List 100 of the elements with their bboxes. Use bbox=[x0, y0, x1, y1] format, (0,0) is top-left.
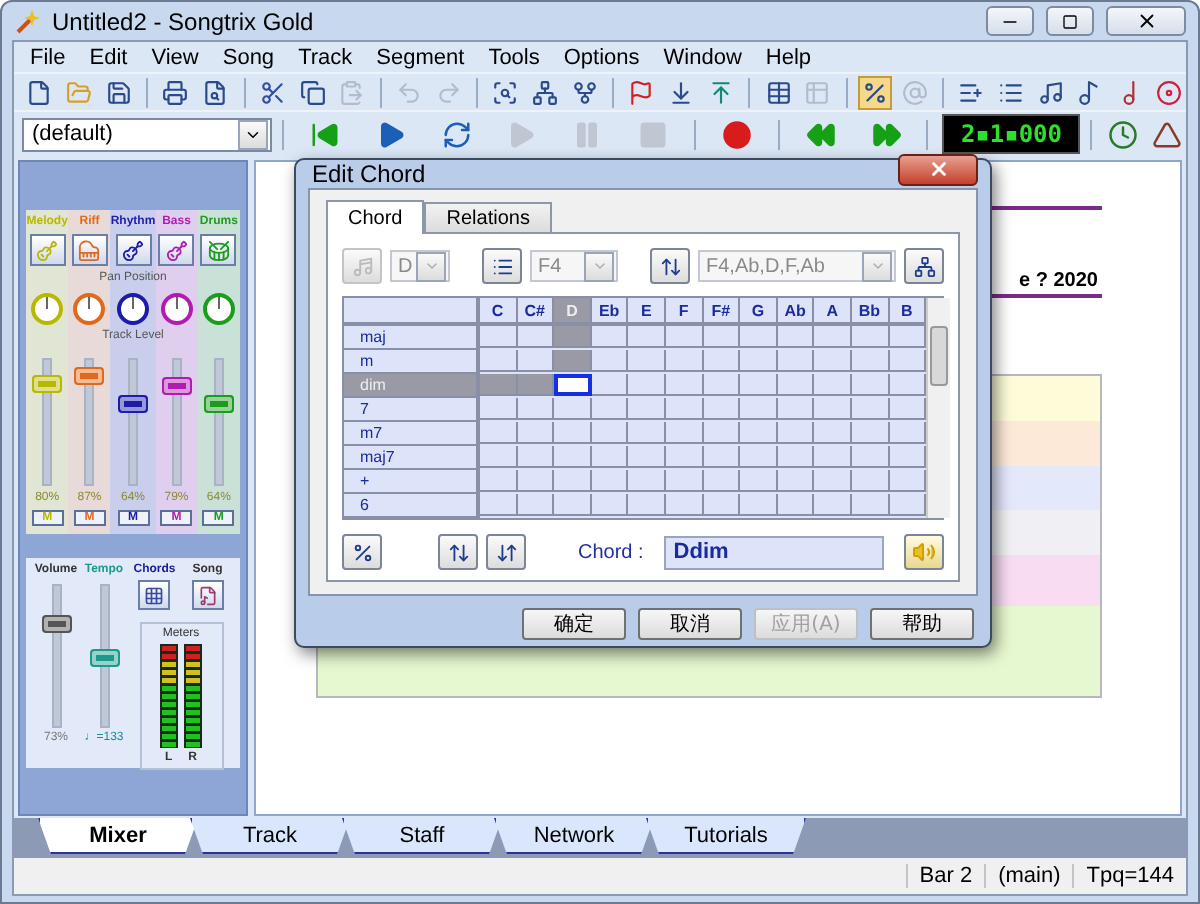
view-tab[interactable]: Network bbox=[494, 818, 654, 854]
chord-type-row-label[interactable]: + bbox=[344, 470, 480, 494]
note-column-header[interactable]: G bbox=[740, 298, 778, 326]
chord-grid-cell[interactable] bbox=[851, 422, 890, 444]
volume-slider-thumb[interactable] bbox=[41, 614, 71, 633]
chord-grid-cell[interactable] bbox=[591, 374, 629, 396]
move-down-button[interactable] bbox=[486, 534, 526, 570]
chord-grid-cell[interactable] bbox=[665, 374, 704, 396]
chord-grid-cell[interactable] bbox=[517, 326, 555, 348]
chord-grid-cell[interactable] bbox=[740, 374, 778, 396]
chord-grid-cell[interactable] bbox=[591, 494, 629, 516]
chord-grid-cell[interactable] bbox=[851, 374, 890, 396]
chord-grid-cell[interactable] bbox=[777, 470, 815, 492]
menu-item[interactable]: Options bbox=[551, 45, 652, 69]
chord-grid-cell[interactable] bbox=[665, 398, 704, 420]
chord-grid-cell[interactable] bbox=[777, 374, 815, 396]
chord-grid-cell[interactable] bbox=[517, 398, 555, 420]
chord-grid-cell[interactable] bbox=[777, 422, 815, 444]
maximize-button[interactable] bbox=[1046, 6, 1094, 36]
chord-grid-cell[interactable] bbox=[628, 398, 666, 420]
chord-grid-cell[interactable] bbox=[851, 470, 890, 492]
note-column-header[interactable]: Ab bbox=[777, 298, 815, 326]
chord-grid-cell[interactable] bbox=[480, 422, 518, 444]
minimize-button[interactable] bbox=[986, 6, 1034, 36]
chord-grid-cell[interactable] bbox=[703, 470, 741, 492]
tempo-slider-thumb[interactable] bbox=[89, 649, 119, 668]
keyboard-button[interactable] bbox=[342, 248, 382, 284]
chord-grid-cell[interactable] bbox=[554, 350, 592, 372]
chord-grid-cell[interactable] bbox=[517, 374, 555, 396]
close-button[interactable] bbox=[898, 153, 978, 185]
chord-grid-cell[interactable] bbox=[703, 350, 741, 372]
chord-grid-cell[interactable] bbox=[480, 470, 518, 492]
fraction-button[interactable] bbox=[342, 534, 382, 570]
note-column-header[interactable]: B bbox=[889, 298, 927, 326]
chord-grid-cell[interactable] bbox=[740, 470, 778, 492]
chord-grid-cell[interactable] bbox=[814, 446, 852, 468]
chord-grid-cell[interactable] bbox=[665, 326, 704, 348]
chord-grid-cell[interactable] bbox=[628, 374, 666, 396]
note-column-header[interactable]: C bbox=[480, 298, 518, 326]
chord-grid-cell[interactable] bbox=[777, 446, 815, 468]
chord-grid-cell[interactable] bbox=[889, 398, 927, 420]
chord-grid-cell[interactable] bbox=[591, 398, 629, 420]
chord-grid-cell[interactable] bbox=[628, 350, 666, 372]
chord-grid-cell[interactable] bbox=[554, 446, 592, 468]
song-button[interactable] bbox=[191, 580, 224, 610]
chord-grid-cell[interactable] bbox=[591, 446, 629, 468]
chord-grid-cell[interactable] bbox=[628, 470, 666, 492]
chord-grid-cell[interactable] bbox=[703, 494, 741, 516]
chord-type-row-label[interactable]: m bbox=[344, 350, 480, 374]
menu-item[interactable]: View bbox=[139, 45, 211, 69]
chord-type-row-label[interactable]: m7 bbox=[344, 422, 480, 446]
chord-grid-cell[interactable] bbox=[665, 470, 704, 492]
chord-grid-cell[interactable] bbox=[554, 470, 592, 492]
chord-grid-cell[interactable] bbox=[480, 350, 518, 372]
chord-grid-cell[interactable] bbox=[814, 398, 852, 420]
chord-grid-cell[interactable] bbox=[851, 398, 890, 420]
chord-type-row-label[interactable]: maj7 bbox=[344, 446, 480, 470]
chord-grid-cell[interactable] bbox=[777, 326, 815, 348]
chords-button[interactable] bbox=[138, 580, 171, 610]
chord-grid-cell[interactable] bbox=[851, 494, 890, 516]
chord-grid-cell[interactable] bbox=[628, 446, 666, 468]
dialog-tab[interactable]: Chord bbox=[326, 200, 425, 234]
chord-field[interactable]: Ddim bbox=[663, 535, 884, 569]
network-button[interactable] bbox=[904, 248, 944, 284]
chord-grid-cell[interactable] bbox=[814, 350, 852, 372]
chord-grid-cell[interactable] bbox=[703, 446, 741, 468]
chord-grid-cell[interactable] bbox=[851, 350, 890, 372]
chord-grid-cell[interactable] bbox=[814, 374, 852, 396]
chord-grid-cell[interactable] bbox=[889, 326, 927, 348]
chord-grid-cell[interactable] bbox=[517, 470, 555, 492]
dialog-button[interactable]: 取消 bbox=[638, 608, 742, 640]
chord-grid-cell[interactable] bbox=[740, 446, 778, 468]
level-slider-thumb[interactable] bbox=[161, 377, 192, 396]
style-dropdown[interactable]: (default) bbox=[22, 117, 272, 151]
note-column-header[interactable]: F bbox=[665, 298, 704, 326]
chord-grid-cell[interactable] bbox=[703, 422, 741, 444]
level-slider-thumb[interactable] bbox=[32, 375, 63, 394]
chord-grid-cell[interactable] bbox=[591, 350, 629, 372]
bass-note-button[interactable] bbox=[482, 248, 522, 284]
chord-grid-cell[interactable] bbox=[665, 422, 704, 444]
scrollbar[interactable] bbox=[926, 298, 951, 518]
view-tab[interactable]: Staff bbox=[342, 818, 502, 854]
tree-button[interactable] bbox=[527, 75, 563, 109]
chord-type-row-label[interactable]: 7 bbox=[344, 398, 480, 422]
note-column-header[interactable]: F# bbox=[703, 298, 741, 326]
note-column-header[interactable]: C# bbox=[517, 298, 555, 326]
chord-grid-cell[interactable] bbox=[703, 398, 741, 420]
menu-item[interactable]: File bbox=[18, 45, 78, 69]
view-tab[interactable]: Tutorials bbox=[646, 818, 806, 854]
move-up-button[interactable] bbox=[438, 534, 478, 570]
chord-grid-cell[interactable] bbox=[554, 422, 592, 444]
chord-grid-cell[interactable] bbox=[777, 350, 815, 372]
chord-grid-cell[interactable] bbox=[480, 374, 518, 396]
chord-grid-cell[interactable] bbox=[889, 374, 927, 396]
menu-item[interactable]: Edit bbox=[77, 45, 140, 69]
chord-grid-cell[interactable] bbox=[889, 350, 927, 372]
close-button[interactable] bbox=[1106, 6, 1186, 36]
chord-type-row-label[interactable]: maj bbox=[344, 326, 480, 350]
dialog-button[interactable]: 帮助 bbox=[870, 608, 974, 640]
menu-item[interactable]: Track bbox=[286, 45, 365, 69]
